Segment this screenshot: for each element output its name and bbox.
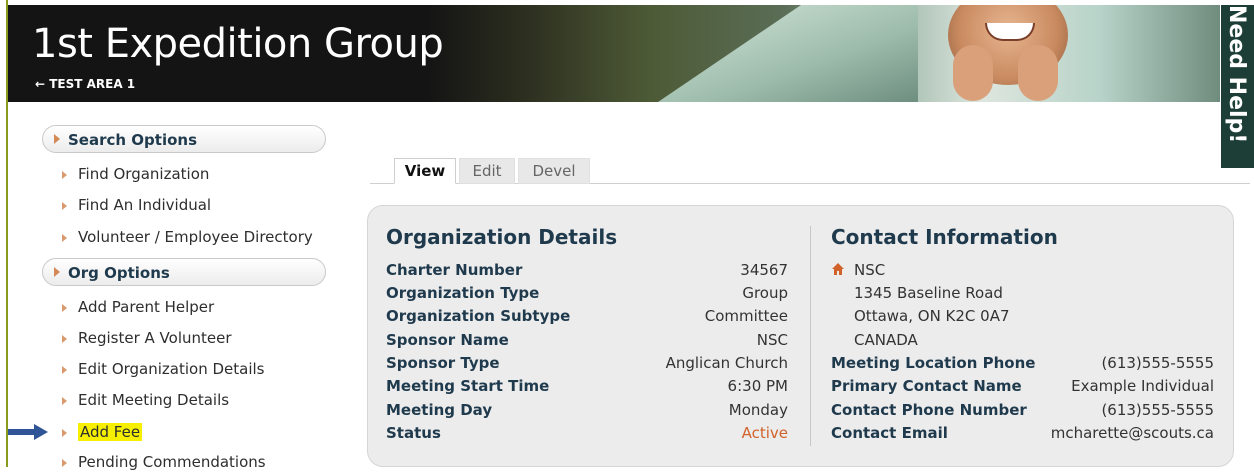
left-hand-image (953, 45, 993, 101)
triangle-right-icon (54, 267, 60, 277)
contact-value: (613)555-5555 (1101, 401, 1214, 419)
home-icon (832, 263, 844, 275)
detail-value: Group (742, 284, 788, 302)
bullet-arrow-icon (62, 234, 67, 242)
pointer-arrow-icon (8, 424, 48, 440)
detail-label: Meeting Start Time (386, 377, 550, 395)
contact-label: Contact Phone Number (831, 401, 1027, 419)
tab-view[interactable]: View (394, 158, 456, 184)
bullet-arrow-icon (62, 459, 67, 467)
contact-email-link[interactable]: mcharette@scouts.ca (1051, 424, 1214, 442)
tab-devel[interactable]: Devel (518, 158, 590, 184)
contact-row-meeting-phone: Meeting Location Phone (613)555-5555 (831, 354, 1214, 376)
page-left-border (0, 0, 8, 467)
sidebar-link-label: Edit Organization Details (78, 360, 265, 378)
status-badge: Active (741, 424, 788, 442)
detail-value: 34567 (740, 261, 788, 279)
triangle-right-icon (54, 134, 60, 144)
detail-row-charter-number: Charter Number 34567 (386, 261, 788, 283)
need-help-label: Need Help! (1224, 5, 1249, 144)
detail-row-sponsor-name: Sponsor Name NSC (386, 331, 788, 353)
org-options-label: Org Options (68, 264, 170, 282)
detail-row-org-type: Organization Type Group (386, 284, 788, 306)
sidebar-link-label: Edit Meeting Details (78, 391, 230, 409)
detail-label: Meeting Day (386, 401, 493, 419)
bullet-arrow-icon (62, 202, 67, 210)
detail-row-status: Status Active (386, 424, 788, 446)
right-hand-image (1018, 45, 1058, 101)
page-title: 1st Expedition Group (32, 21, 444, 67)
detail-value: NSC (756, 331, 788, 349)
org-options-heading[interactable]: Org Options (42, 258, 326, 286)
detail-label: Organization Type (386, 284, 540, 302)
panel-divider (810, 226, 811, 446)
bullet-arrow-icon (62, 171, 67, 179)
search-options-heading[interactable]: Search Options (42, 125, 326, 153)
address-line-city: Ottawa, ON K2C 0A7 (854, 307, 1010, 325)
detail-label: Status (386, 424, 441, 442)
sidebar-link-label: Add Parent Helper (78, 298, 215, 316)
detail-row-sponsor-type: Sponsor Type Anglican Church (386, 354, 788, 376)
contact-row-primary-contact: Primary Contact Name Example Individual (831, 377, 1214, 399)
bullet-arrow-icon (62, 304, 67, 312)
bullet-arrow-icon (62, 397, 67, 405)
bullet-arrow-icon (62, 335, 67, 343)
detail-value: Committee (704, 307, 788, 325)
detail-label: Sponsor Name (386, 331, 509, 349)
organization-details-heading: Organization Details (386, 225, 618, 249)
sidebar-link-label: Pending Commendations (78, 453, 266, 471)
detail-value: Monday (728, 401, 788, 419)
detail-row-meeting-start-time: Meeting Start Time 6:30 PM (386, 377, 788, 399)
sidebar-link-label: Add Fee (78, 423, 143, 441)
contact-information-heading: Contact Information (831, 225, 1058, 249)
detail-value: Anglican Church (665, 354, 788, 372)
sidebar-link-label: Find An Individual (78, 196, 212, 214)
detail-value: 6:30 PM (727, 377, 788, 395)
detail-row-org-subtype: Organization Subtype Committee (386, 307, 788, 329)
sidebar-link-label: Find Organization (78, 165, 210, 183)
bullet-arrow-icon (62, 429, 67, 437)
contact-row-email: Contact Email mcharette@scouts.ca (831, 424, 1214, 446)
address-line-country: CANADA (854, 331, 918, 349)
detail-label: Organization Subtype (386, 307, 571, 325)
contact-label: Primary Contact Name (831, 377, 1022, 395)
tab-edit[interactable]: Edit (459, 158, 515, 184)
sidebar-link-label: Volunteer / Employee Directory (78, 228, 313, 246)
detail-row-meeting-day: Meeting Day Monday (386, 401, 788, 423)
contact-value: (613)555-5555 (1101, 354, 1214, 372)
sidebar-link-label: Register A Volunteer (78, 329, 232, 347)
address-line-name: NSC (854, 261, 886, 279)
detail-label: Sponsor Type (386, 354, 500, 372)
breadcrumb-area-link[interactable]: ← TEST AREA 1 (35, 77, 135, 91)
address-line-street: 1345 Baseline Road (854, 284, 1003, 302)
contact-label: Meeting Location Phone (831, 354, 1036, 372)
contact-value: Example Individual (1071, 377, 1214, 395)
contact-row-phone-number: Contact Phone Number (613)555-5555 (831, 401, 1214, 423)
contact-label: Contact Email (831, 424, 948, 442)
search-options-label: Search Options (68, 131, 198, 149)
bullet-arrow-icon (62, 366, 67, 374)
need-help-tab[interactable]: Need Help! (1221, 5, 1254, 168)
site-header: 1st Expedition Group ← TEST AREA 1 (8, 5, 1220, 102)
detail-label: Charter Number (386, 261, 523, 279)
